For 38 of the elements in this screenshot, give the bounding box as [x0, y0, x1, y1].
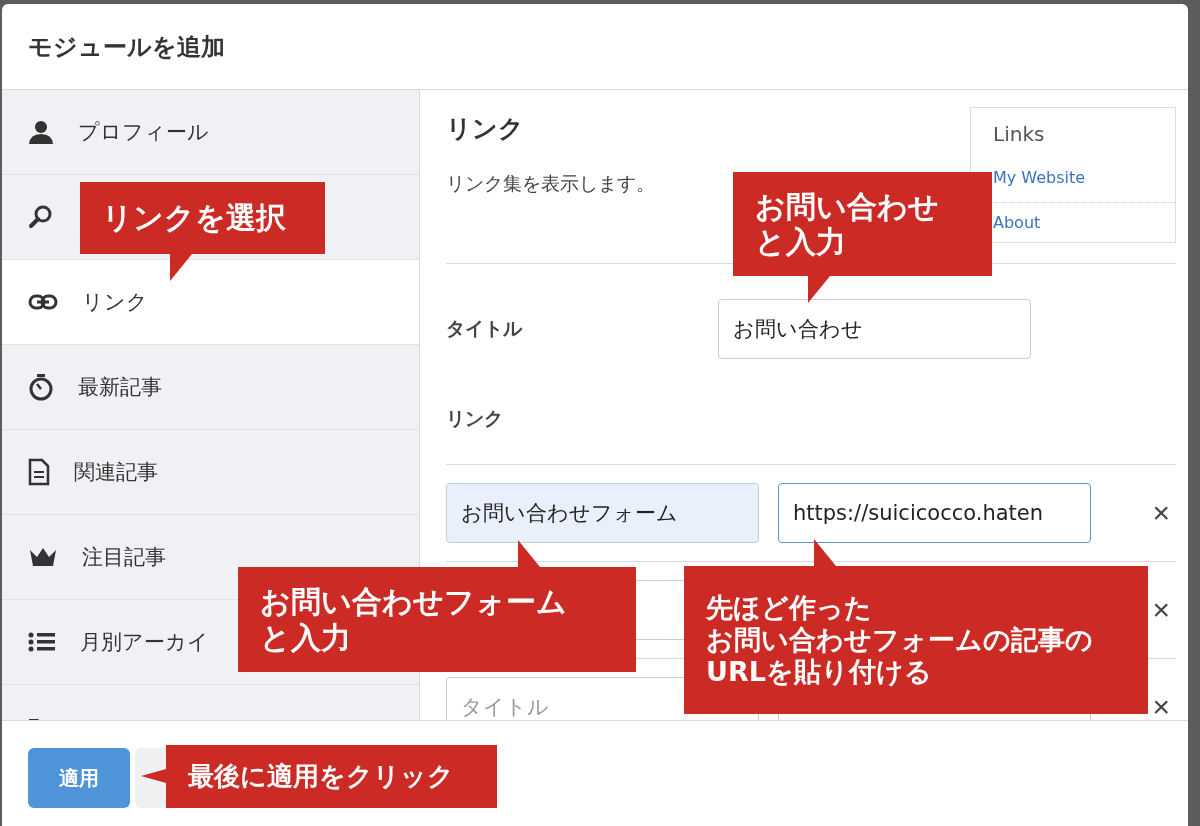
section-label: リンク: [446, 394, 1176, 465]
sidebar-item[interactable]: プロフィール: [2, 90, 419, 175]
item-label: リンク: [82, 289, 148, 316]
person-icon: [28, 119, 54, 145]
remove-button[interactable]: ×: [1148, 692, 1174, 720]
item-label: 最新記事: [78, 374, 162, 401]
preview-heading: Links: [992, 121, 1046, 148]
sidebar-item[interactable]: 関連記事: [2, 430, 419, 515]
callout-text: お問い合わせフォームの記事の: [706, 624, 1093, 656]
dialog-title: モジュールを追加: [28, 31, 225, 63]
callout-text: と入力: [260, 619, 351, 655]
callout-text: 先ほど作った: [706, 592, 872, 625]
link-title-field[interactable]: お問い合わせフォーム: [446, 483, 759, 543]
item-label: 関連記事: [74, 459, 158, 486]
field-label: タイトル: [446, 316, 523, 341]
preview-link[interactable]: My Website: [993, 168, 1086, 187]
item-label: 月別アーカイ: [80, 629, 209, 656]
module-title: リンク: [446, 113, 525, 145]
preview-link[interactable]: About: [993, 213, 1041, 232]
link-url-field[interactable]: https://suicicocco.haten: [778, 483, 1091, 543]
document-icon: [28, 458, 50, 486]
stopwatch-icon: [28, 373, 54, 401]
callout-text: 最後に適用をクリック: [188, 761, 454, 792]
crown-icon: [28, 546, 58, 568]
title-field[interactable]: お問い合わせ: [718, 299, 1031, 359]
sidebar-item[interactable]: 最新記事: [2, 345, 419, 430]
remove-button[interactable]: ×: [1148, 498, 1174, 528]
list-icon: [28, 632, 56, 652]
link-icon: [28, 293, 58, 311]
item-label: 注目記事: [82, 544, 166, 571]
remove-button[interactable]: ×: [1148, 595, 1174, 625]
callout-text: お問い合わせ: [755, 188, 939, 224]
module-description: リンク集を表示します。: [446, 171, 655, 196]
sidebar-item[interactable]: リンク: [2, 260, 419, 345]
callout-text: と入力: [755, 224, 846, 260]
search-icon: [28, 204, 54, 230]
item-label: プロフィール: [78, 119, 209, 146]
callout-text: リンクを選択: [102, 200, 286, 236]
